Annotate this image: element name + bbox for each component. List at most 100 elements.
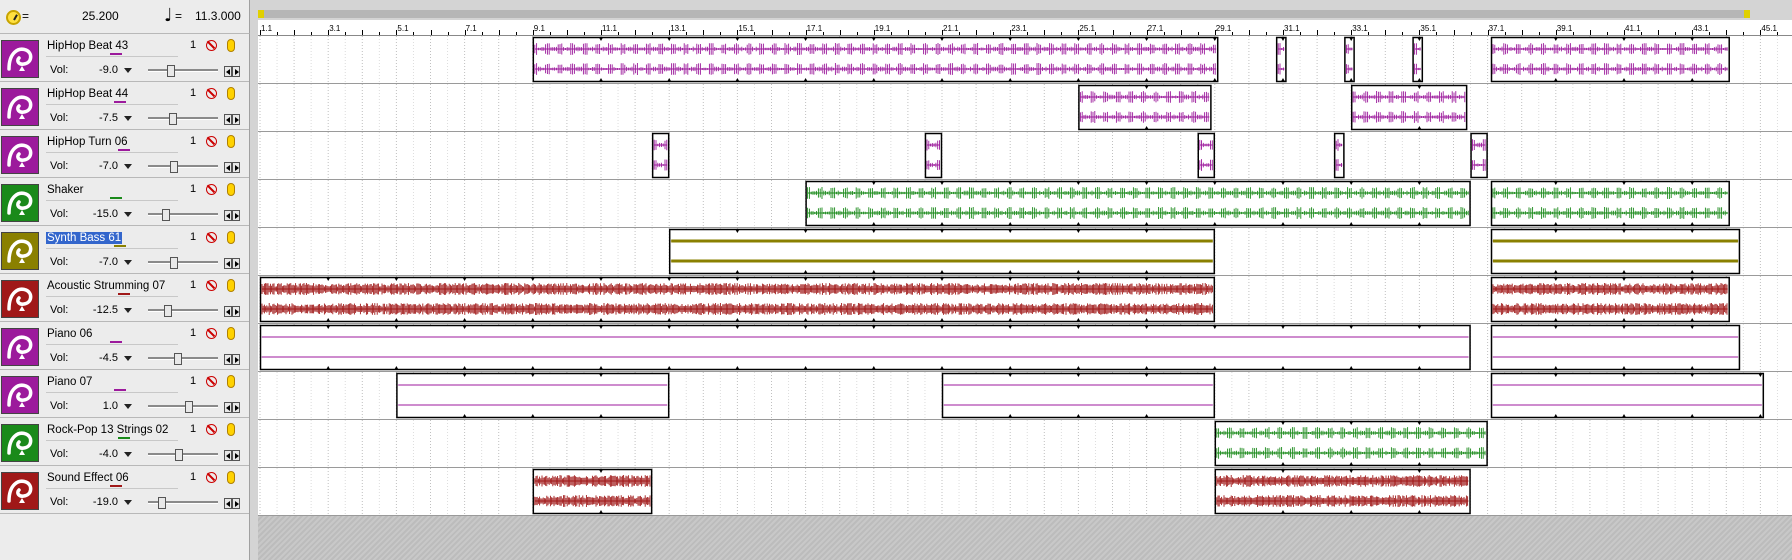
clip-frame[interactable] [1333,132,1345,179]
volume-slider[interactable] [148,65,218,77]
audio-clip[interactable] [1333,132,1345,179]
audio-clip[interactable] [1350,84,1468,131]
audio-clip[interactable] [1470,132,1488,179]
volume-value[interactable]: -4.0 [80,448,118,460]
track-name[interactable]: Piano 06 [46,328,93,340]
track-header[interactable]: HipHop Beat 43 1 Vol: -9.0 [0,34,249,82]
audio-clip[interactable] [1078,84,1212,131]
step-left-button[interactable] [224,258,232,269]
clip-frame[interactable] [1344,36,1355,83]
step-left-button[interactable] [224,402,232,413]
step-right-button[interactable] [232,498,240,509]
slider-thumb[interactable] [170,161,178,173]
record-arm-icon[interactable] [227,231,235,244]
track-name[interactable]: Rock-Pop 13 Strings 02 [46,424,169,436]
clip-frame[interactable] [1490,324,1741,371]
volume-dropdown-icon[interactable] [124,404,132,409]
pan-indicator[interactable] [114,245,126,247]
audio-clip[interactable] [1490,180,1730,227]
slider-thumb[interactable] [185,401,193,413]
volume-dropdown-icon[interactable] [124,452,132,457]
clip-frame[interactable] [1490,372,1765,419]
volume-value[interactable]: -12.5 [80,304,118,316]
audio-clip[interactable] [651,132,670,179]
track-type-icon[interactable] [1,328,39,366]
pan-indicator[interactable] [110,341,122,343]
metronome-icon[interactable] [6,10,21,25]
pan-indicator[interactable] [118,437,130,439]
record-arm-icon[interactable] [227,471,235,484]
volume-value[interactable]: -7.5 [80,112,118,124]
volume-dropdown-icon[interactable] [124,260,132,265]
scrollbar-start-handle[interactable] [258,10,264,18]
clip-frame[interactable] [668,228,1216,275]
track-type-icon[interactable] [1,376,39,414]
audio-clip[interactable] [1197,132,1216,179]
record-arm-icon[interactable] [227,39,235,52]
step-left-button[interactable] [224,498,232,509]
step-right-button[interactable] [232,306,240,317]
slider-thumb[interactable] [167,65,175,77]
position-value[interactable]: 11.3.000 [195,9,241,23]
audio-clip[interactable] [1344,36,1355,83]
track-header[interactable]: Sound Effect 06 1 Vol: -19.0 [0,466,249,514]
empty-lane-area[interactable] [258,516,1792,560]
track-name[interactable]: HipHop Beat 43 [46,40,129,52]
volume-slider[interactable] [148,257,218,269]
audio-clip[interactable] [259,324,1471,371]
clip-frame[interactable] [1214,468,1471,515]
audio-clip[interactable] [1490,324,1741,371]
volume-slider[interactable] [148,161,218,173]
track-header[interactable]: HipHop Turn 06 1 Vol: -7.0 [0,130,249,178]
track-name[interactable]: Piano 07 [46,376,93,388]
volume-value[interactable]: -7.0 [80,256,118,268]
audio-clip[interactable] [259,276,1216,323]
volume-value[interactable]: -4.5 [80,352,118,364]
step-right-button[interactable] [232,258,240,269]
pan-indicator[interactable] [110,197,122,199]
volume-slider[interactable] [148,209,218,221]
clip-frame[interactable] [1490,180,1730,227]
volume-dropdown-icon[interactable] [124,116,132,121]
audio-clip[interactable] [668,228,1216,275]
step-left-button[interactable] [224,306,232,317]
audio-clip[interactable] [1490,228,1741,275]
step-left-button[interactable] [224,114,232,125]
slider-thumb[interactable] [164,305,172,317]
clip-frame[interactable] [1078,84,1212,131]
audio-clip[interactable] [941,372,1216,419]
audio-clip[interactable] [1412,36,1424,83]
step-right-button[interactable] [232,162,240,173]
mute-icon[interactable] [206,376,217,387]
pan-indicator[interactable] [118,149,130,151]
audio-clip[interactable] [1490,36,1730,83]
slider-thumb[interactable] [162,209,170,221]
pan-indicator[interactable] [114,389,126,391]
track-name[interactable]: Sound Effect 06 [46,472,130,484]
step-left-button[interactable] [224,450,232,461]
slider-thumb[interactable] [169,113,177,125]
track-type-icon[interactable] [1,424,39,462]
clip-frame[interactable] [259,324,1471,371]
record-arm-icon[interactable] [227,183,235,196]
record-arm-icon[interactable] [227,135,235,148]
slider-thumb[interactable] [158,497,166,509]
track-type-icon[interactable] [1,136,39,174]
clip-frame[interactable] [1197,132,1216,179]
timeline-ruler[interactable]: 1.1 3.1 5.1 7.1 9.1 11.1 13.1 15.1 17.1 19.1 21.1 2… [258,20,1792,36]
track-header[interactable]: Synth Bass 61 1 Vol: -7.0 [0,226,249,274]
volume-value[interactable]: 1.0 [80,400,118,412]
track-name[interactable]: HipHop Turn 06 [46,136,129,148]
pan-indicator[interactable] [110,53,122,55]
track-header[interactable]: Piano 07 1 Vol: 1.0 [0,370,249,418]
audio-clip[interactable] [1214,420,1488,467]
clip-frame[interactable] [924,132,943,179]
volume-value[interactable]: -19.0 [80,496,118,508]
mute-icon[interactable] [206,136,217,147]
mute-icon[interactable] [206,88,217,99]
step-right-button[interactable] [232,402,240,413]
volume-dropdown-icon[interactable] [124,308,132,313]
track-type-icon[interactable] [1,280,39,318]
mute-icon[interactable] [206,424,217,435]
volume-value[interactable]: -7.0 [80,160,118,172]
